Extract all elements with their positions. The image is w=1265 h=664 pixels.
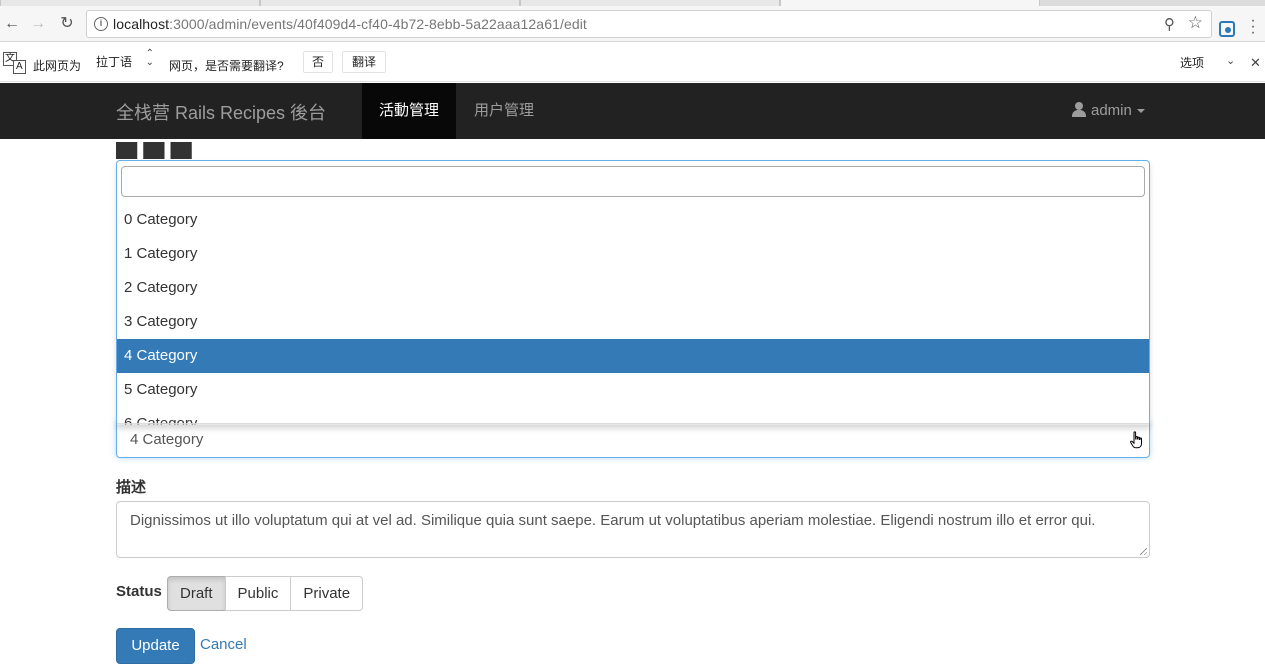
- hand-cursor-icon: [1130, 431, 1142, 449]
- update-button[interactable]: Update: [116, 628, 195, 664]
- translate-icon: 文A: [3, 52, 27, 74]
- category-option-highlighted[interactable]: 4 Category: [117, 339, 1149, 373]
- caret-down-icon: [1136, 109, 1145, 114]
- source-language-value: 拉丁语: [96, 55, 133, 69]
- category-option[interactable]: 5 Category: [117, 373, 1149, 407]
- close-icon[interactable]: ✕: [1250, 55, 1261, 71]
- cancel-link[interactable]: Cancel: [200, 636, 247, 653]
- updown-icon: ⌃ ⌄: [145, 48, 154, 68]
- category-option[interactable]: 3 Category: [117, 305, 1149, 339]
- user-menu[interactable]: admin: [1072, 83, 1145, 139]
- translate-options-label: 选项: [1180, 56, 1205, 70]
- reload-icon[interactable]: ↻: [57, 14, 77, 34]
- url-text[interactable]: localhost:3000/admin/events/40f409d4-cf4…: [113, 16, 587, 32]
- status-label: Status: [116, 583, 162, 600]
- address-bar[interactable]: i localhost:3000/admin/events/40f409d4-c…: [86, 10, 1212, 38]
- user-name: admin: [1091, 102, 1132, 119]
- nav-item-events[interactable]: 活動管理: [362, 83, 457, 139]
- bookmark-star-icon[interactable]: ☆: [1188, 13, 1203, 33]
- translate-prompt-suffix: 网页，是否需要翻译?: [169, 59, 284, 73]
- url-host: localhost: [113, 16, 170, 32]
- zoom-icon[interactable]: ⚲: [1164, 15, 1175, 33]
- category-options-list: 0 Category 1 Category 2 Category 3 Categ…: [117, 203, 1149, 425]
- browser-menu-icon[interactable]: · · ·: [1248, 13, 1258, 41]
- category-option[interactable]: 1 Category: [117, 237, 1149, 271]
- page-title: ▀▀▀: [116, 142, 198, 161]
- description-label: 描述: [116, 479, 147, 496]
- category-selected-value: 4 Category: [130, 431, 204, 448]
- resize-grip-icon[interactable]: [1140, 548, 1147, 555]
- status-private-button[interactable]: Private: [290, 576, 364, 611]
- app-navbar: 全栈营 Rails Recipes 後台 活動管理 用户管理 admin: [0, 83, 1265, 139]
- info-icon[interactable]: i: [94, 17, 108, 31]
- status-toggle-group: Draft Public Private: [167, 576, 364, 611]
- url-path: :3000/admin/events/40f409d4-cf40-4b72-8e…: [169, 16, 587, 32]
- forward-icon[interactable]: →: [28, 14, 48, 34]
- chevron-down-icon: ⌄: [1226, 55, 1236, 67]
- description-textarea[interactable]: Dignissimos ut illo voluptatum qui at ve…: [116, 501, 1150, 558]
- translate-bar: 文A 此网页为 拉丁语 ⌃ ⌄ 网页，是否需要翻译? 否 翻译 选项 ⌄ ✕: [0, 43, 1265, 82]
- browser-toolbar: ← → ↻ i localhost:3000/admin/events/40f4…: [0, 6, 1265, 42]
- nav-item-users[interactable]: 用户管理: [457, 83, 551, 139]
- user-icon: [1072, 102, 1086, 117]
- status-draft-button[interactable]: Draft: [167, 576, 226, 611]
- category-option[interactable]: 0 Category: [117, 203, 1149, 237]
- translate-prompt-prefix: 此网页为: [33, 59, 82, 73]
- brand-link[interactable]: 全栈营 Rails Recipes 後台: [116, 99, 326, 125]
- translate-button[interactable]: 翻译: [342, 51, 386, 73]
- category-dropdown: 0 Category 1 Category 2 Category 3 Categ…: [116, 160, 1150, 425]
- description-text: Dignissimos ut illo voluptatum qui at ve…: [130, 512, 1096, 529]
- category-search-input[interactable]: [121, 166, 1145, 197]
- category-option[interactable]: 2 Category: [117, 271, 1149, 305]
- back-icon[interactable]: ←: [2, 14, 22, 34]
- translate-options[interactable]: 选项 ⌄: [1180, 54, 1235, 71]
- source-language-select[interactable]: 拉丁语 ⌃ ⌄: [90, 48, 158, 73]
- dropdown-scroll-shadow: [117, 423, 1149, 427]
- status-public-button[interactable]: Public: [224, 576, 292, 611]
- no-translate-button[interactable]: 否: [303, 51, 333, 73]
- extension-icon[interactable]: [1219, 21, 1235, 37]
